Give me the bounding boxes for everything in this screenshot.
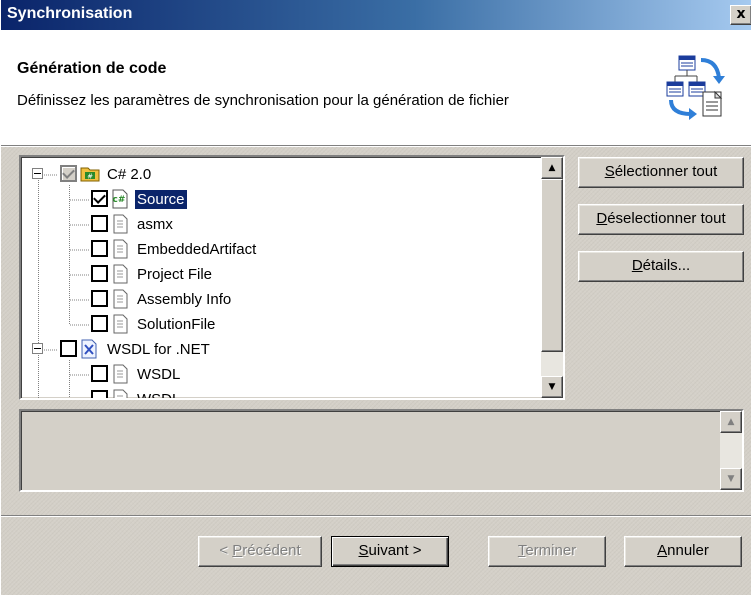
- tree-item[interactable]: WSDL: [21, 363, 541, 388]
- tree-item-label: C# 2.0: [107, 166, 152, 183]
- tree-item-label: WSDL: [137, 391, 181, 400]
- button-label: électionner tout: [614, 163, 718, 180]
- arrow-down-icon: ▼: [727, 474, 735, 484]
- button-label: nnuler: [667, 542, 709, 559]
- scroll-down-button[interactable]: ▼: [541, 376, 563, 398]
- tree-item-label: SolutionFile: [137, 316, 216, 333]
- scroll-up-button[interactable]: ▲: [720, 411, 742, 433]
- collapse-toggle-icon[interactable]: [32, 343, 43, 354]
- wsdl-project-icon: [81, 339, 97, 359]
- description-scrollbar[interactable]: ▲ ▼: [720, 411, 742, 490]
- scroll-down-button[interactable]: ▼: [720, 468, 742, 490]
- close-icon: x: [736, 6, 746, 22]
- document-icon: [113, 289, 128, 309]
- arrow-up-icon: ▲: [548, 163, 556, 173]
- tree-item-checkbox[interactable]: [91, 390, 108, 398]
- tree-item[interactable]: asmx: [21, 213, 541, 238]
- footer-divider: [1, 515, 751, 517]
- accel-key: S: [358, 542, 369, 559]
- tree-item-checkbox[interactable]: [60, 340, 77, 357]
- scroll-thumb[interactable]: [541, 179, 563, 352]
- accel-key: D: [596, 210, 608, 227]
- tree-item-label: Project File: [137, 266, 213, 283]
- csharp-file-icon: c#: [112, 189, 128, 209]
- tree-item[interactable]: Project File: [21, 263, 541, 288]
- tree-item-checkbox[interactable]: [91, 365, 108, 382]
- accel-key: A: [657, 542, 668, 559]
- sync-diagram-icon: [666, 55, 725, 120]
- tree-item-checkbox[interactable]: [91, 215, 108, 232]
- scroll-up-button[interactable]: ▲: [541, 157, 563, 179]
- tree-item-label: EmbeddedArtifact: [137, 241, 257, 258]
- tree-item-checkbox[interactable]: [91, 190, 108, 207]
- accel-key: S: [604, 163, 615, 180]
- tree-item[interactable]: c# Source: [21, 188, 541, 213]
- tree-item-label: WSDL for .NET: [107, 341, 210, 358]
- finish-button[interactable]: Terminer: [488, 536, 606, 567]
- cancel-button[interactable]: Annuler: [624, 536, 742, 567]
- button-label: erminer: [525, 542, 577, 559]
- button-prefix: <: [219, 542, 233, 559]
- document-icon: [113, 264, 128, 284]
- tree-item-label: Source: [134, 189, 188, 210]
- artifact-tree[interactable]: # C# 2.0 c# Source asmx EmbeddedArtifact: [19, 155, 565, 400]
- collapse-toggle-icon[interactable]: [32, 168, 43, 179]
- button-label: étails...: [642, 257, 691, 274]
- tree-item[interactable]: WSDL for .NET: [21, 338, 541, 363]
- tree-item[interactable]: EmbeddedArtifact: [21, 238, 541, 263]
- button-label: récédent: [242, 542, 301, 559]
- tree-item[interactable]: WSDL: [21, 388, 541, 400]
- next-button[interactable]: Suivant >: [331, 536, 449, 567]
- document-icon: [113, 389, 128, 398]
- tree-item-checkbox[interactable]: [91, 265, 108, 282]
- details-button[interactable]: Détails...: [578, 251, 744, 282]
- arrow-down-icon: ▼: [548, 382, 556, 392]
- accel-key: D: [631, 257, 643, 274]
- deselect-all-button[interactable]: Déselectionner tout: [578, 204, 744, 235]
- document-icon: [113, 364, 128, 384]
- accel-key: P: [232, 542, 243, 559]
- arrow-up-icon: ▲: [727, 417, 735, 427]
- tree-item-checkbox[interactable]: [91, 290, 108, 307]
- select-all-button[interactable]: Sélectionner tout: [578, 157, 744, 188]
- button-label: uivant >: [368, 542, 422, 559]
- tree-item-checkbox[interactable]: [60, 165, 77, 182]
- tree-item[interactable]: SolutionFile: [21, 313, 541, 338]
- tree-item[interactable]: # C# 2.0: [21, 163, 541, 188]
- header-divider: [1, 146, 751, 147]
- button-label: éselectionner tout: [607, 210, 726, 227]
- document-icon: [113, 314, 128, 334]
- page-subtitle: Définissez les paramètres de synchronisa…: [17, 92, 509, 109]
- tree-item-label: asmx: [137, 216, 173, 233]
- document-icon: [113, 214, 128, 234]
- close-button[interactable]: x: [730, 5, 751, 25]
- svg-text:c#: c#: [113, 195, 126, 205]
- tree-item-label: WSDL: [137, 366, 181, 383]
- description-panel: ▲ ▼: [19, 409, 744, 492]
- tree-item[interactable]: Assembly Info: [21, 288, 541, 313]
- previous-button[interactable]: < Précédent: [198, 536, 322, 567]
- window-title: Synchronisation: [7, 5, 133, 22]
- page-title: Génération de code: [17, 60, 167, 77]
- wizard-header: Génération de code Définissez les paramè…: [1, 30, 751, 146]
- svg-text:#: #: [87, 173, 93, 181]
- csharp-project-icon: #: [80, 167, 100, 182]
- title-bar[interactable]: Synchronisation x: [1, 0, 751, 30]
- synchronisation-dialog: Synchronisation x Génération de code Déf…: [0, 0, 751, 595]
- tree-item-label: Assembly Info: [137, 291, 232, 308]
- tree-item-checkbox[interactable]: [91, 240, 108, 257]
- document-icon: [113, 239, 128, 259]
- tree-scrollbar[interactable]: ▲ ▼: [541, 157, 563, 398]
- tree-item-checkbox[interactable]: [91, 315, 108, 332]
